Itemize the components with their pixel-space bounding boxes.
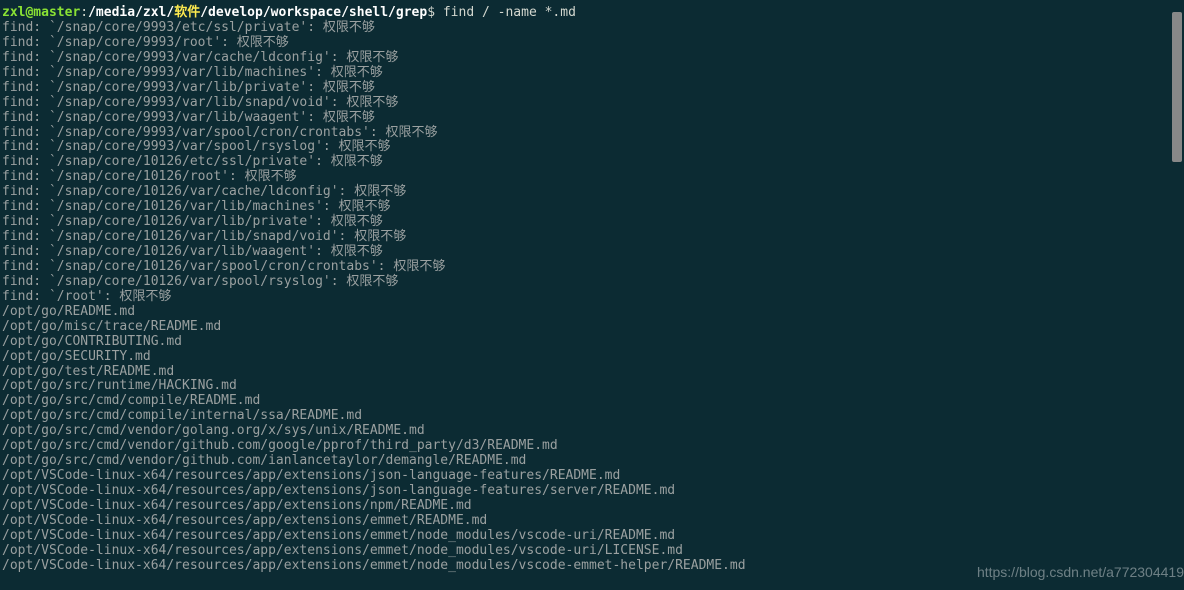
result-line: /opt/go/src/cmd/vendor/github.com/ianlan…	[2, 454, 1170, 469]
error-line: find: `/snap/core/10126/var/lib/machines…	[2, 200, 1170, 215]
error-line: find: `/snap/core/9993/var/lib/waagent':…	[2, 111, 1170, 126]
error-line: find: `/snap/core/9993/var/lib/machines'…	[2, 66, 1170, 81]
error-line: find: `/snap/core/10126/root': 权限不够	[2, 170, 1170, 185]
result-line: /opt/VSCode-linux-x64/resources/app/exte…	[2, 499, 1170, 514]
prompt-path-yellow: 软件	[174, 5, 200, 20]
result-line: /opt/go/src/cmd/vendor/golang.org/x/sys/…	[2, 424, 1170, 439]
result-line: /opt/go/src/cmd/compile/README.md	[2, 394, 1170, 409]
error-line: find: `/snap/core/10126/var/lib/waagent'…	[2, 245, 1170, 260]
error-line: find: `/snap/core/10126/var/spool/cron/c…	[2, 260, 1170, 275]
prompt-path-part2: /develop/workspace/shell/grep	[200, 5, 427, 20]
result-line: /opt/VSCode-linux-x64/resources/app/exte…	[2, 529, 1170, 544]
error-line: find: `/snap/core/9993/var/lib/private':…	[2, 81, 1170, 96]
result-line: /opt/VSCode-linux-x64/resources/app/exte…	[2, 484, 1170, 499]
result-output: /opt/go/README.md/opt/go/misc/trace/READ…	[2, 305, 1170, 574]
result-line: /opt/go/CONTRIBUTING.md	[2, 335, 1170, 350]
prompt-line: zxl@master:/media/zxl/软件/develop/workspa…	[2, 6, 1170, 21]
scrollbar-thumb[interactable]	[1172, 12, 1182, 162]
prompt-path-part1: /media/zxl/	[88, 5, 174, 20]
result-line: /opt/go/src/cmd/vendor/github.com/google…	[2, 439, 1170, 454]
error-line: find: `/root': 权限不够	[2, 290, 1170, 305]
result-line: /opt/VSCode-linux-x64/resources/app/exte…	[2, 514, 1170, 529]
result-line: /opt/go/src/cmd/compile/internal/ssa/REA…	[2, 409, 1170, 424]
command-text: find / -name *.md	[435, 5, 576, 20]
terminal-viewport[interactable]: zxl@master:/media/zxl/软件/develop/workspa…	[0, 0, 1170, 590]
error-output: find: `/snap/core/9993/etc/ssl/private':…	[2, 21, 1170, 305]
watermark-text: https://blog.csdn.net/a772304419	[977, 564, 1184, 580]
result-line: /opt/go/src/runtime/HACKING.md	[2, 379, 1170, 394]
error-line: find: `/snap/core/9993/etc/ssl/private':…	[2, 21, 1170, 36]
error-line: find: `/snap/core/9993/var/cache/ldconfi…	[2, 51, 1170, 66]
error-line: find: `/snap/core/9993/var/lib/snapd/voi…	[2, 96, 1170, 111]
error-line: find: `/snap/core/10126/var/lib/snapd/vo…	[2, 230, 1170, 245]
prompt-dollar: $	[427, 5, 435, 20]
error-line: find: `/snap/core/9993/root': 权限不够	[2, 36, 1170, 51]
result-line: /opt/go/test/README.md	[2, 365, 1170, 380]
prompt-colon: :	[80, 5, 88, 20]
result-line: /opt/VSCode-linux-x64/resources/app/exte…	[2, 544, 1170, 559]
error-line: find: `/snap/core/10126/var/lib/private'…	[2, 215, 1170, 230]
result-line: /opt/go/README.md	[2, 305, 1170, 320]
result-line: /opt/go/SECURITY.md	[2, 350, 1170, 365]
prompt-user-host: zxl@master	[2, 5, 80, 20]
error-line: find: `/snap/core/10126/var/spool/rsyslo…	[2, 275, 1170, 290]
result-line: /opt/go/misc/trace/README.md	[2, 320, 1170, 335]
result-line: /opt/VSCode-linux-x64/resources/app/exte…	[2, 469, 1170, 484]
error-line: find: `/snap/core/10126/var/cache/ldconf…	[2, 185, 1170, 200]
